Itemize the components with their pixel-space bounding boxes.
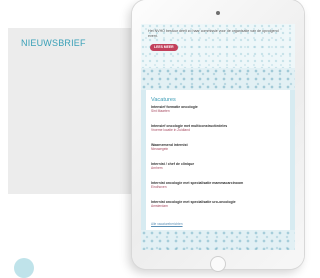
- all-vacancies-link[interactable]: Alle vacatureberichten: [151, 222, 183, 226]
- tablet-device: Het NVHO bestuur deelt zo haar commissie…: [132, 0, 304, 272]
- camera-icon: [216, 11, 220, 15]
- vacancy-item[interactable]: Internist oncologie met specialisatie ma…: [151, 181, 285, 190]
- vacancies-title: Vacatures: [151, 97, 176, 103]
- vacancy-item[interactable]: Internist oncologie met specialisatie ur…: [151, 200, 285, 209]
- decorative-circle: [14, 258, 34, 278]
- pattern-band-top: [141, 68, 295, 90]
- pattern-band-bottom: [141, 230, 295, 250]
- tablet-screen: Het NVHO bestuur deelt zo haar commissie…: [141, 24, 295, 250]
- newsletter-header: Het NVHO bestuur deelt zo haar commissie…: [141, 24, 295, 68]
- vacancy-item[interactable]: Internist / chef de clinique Arnhem: [151, 162, 285, 171]
- vacancy-location: Arnhem: [151, 166, 163, 171]
- vacancy-location: Sint Maarten: [151, 109, 170, 114]
- vacancy-item[interactable]: Intensief oncologie met multiconstructie…: [151, 124, 285, 133]
- panel-title: NIEUWSBRIEF: [21, 38, 86, 48]
- vacancy-location: Eindhoven: [151, 185, 167, 190]
- intro-text: Het NVHO bestuur deelt zo haar commissie…: [148, 29, 279, 38]
- vacancy-item[interactable]: Waarnemend internist Nieuwegein: [151, 143, 285, 152]
- read-more-button[interactable]: LEES MEER: [150, 44, 178, 51]
- vacancy-item[interactable]: Intensief formatie oncologie Sint Maarte…: [151, 105, 285, 114]
- vacancy-location: Nieuwegein: [151, 147, 169, 152]
- home-button[interactable]: [210, 256, 226, 272]
- vacancy-location: Amsterdam: [151, 204, 168, 209]
- vacancy-location: Vroeme locatie in Zuidland: [151, 128, 190, 133]
